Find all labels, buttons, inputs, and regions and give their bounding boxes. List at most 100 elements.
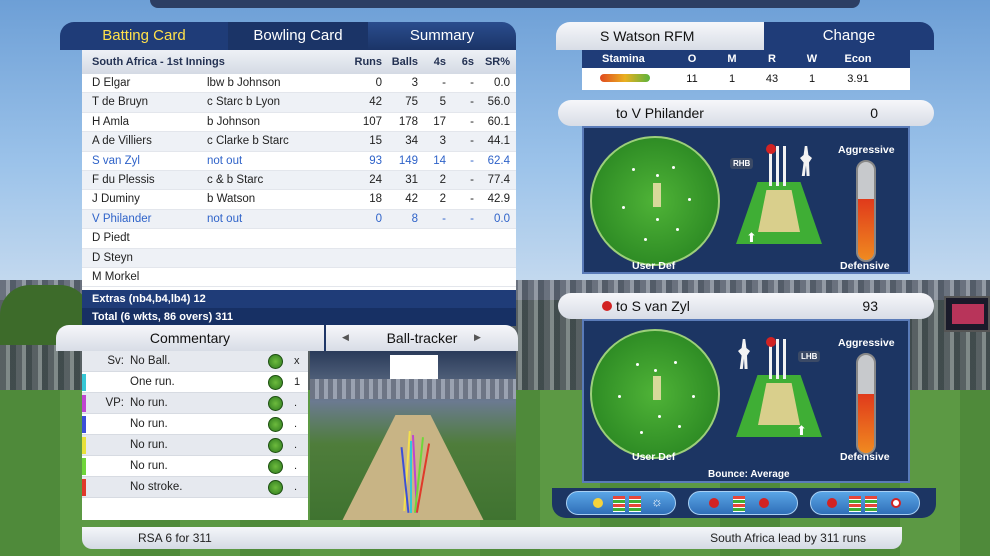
bounce-label: Bounce: Average [708,469,790,480]
change-bowler-button[interactable]: Change [764,22,934,50]
bars-icon [629,496,641,512]
col-wickets: W [806,53,818,65]
balls: 34 [405,135,418,148]
batter-name: S van Zyl [92,154,140,167]
tab-bowling-card[interactable]: Bowling Card [228,22,368,50]
arrow-up-icon: ⬆ [796,423,807,438]
commentary-row: Sv: No Ball. x [82,351,308,372]
bowler-stats-header: Stamina O M R W Econ [582,50,910,68]
bars-icon [865,496,877,512]
sixes: - [470,77,474,89]
commentary-text: One run. [130,376,175,388]
fours: 2 [439,173,446,186]
strike-rate: 0.0 [494,77,510,89]
batting-tabs: Batting Card Bowling Card Summary [60,22,516,50]
pitch-button[interactable] [688,491,798,515]
dismissal: c Starc b Lyon [207,96,281,109]
batter1-field-setting[interactable] [590,136,720,266]
runs: 18 [369,193,382,206]
top-bar [150,0,860,8]
fours: - [442,77,446,89]
replay-icon[interactable] [268,459,283,474]
batter-name: V Philander [92,212,152,225]
commentary-runs: x [294,355,300,367]
commentary-text: No run. [130,418,168,430]
tab-summary[interactable]: Summary [368,22,516,50]
batter1-defensive-label: Defensive [840,260,890,272]
tab-ball-tracker[interactable]: Ball-tracker [324,325,518,351]
replay-icon[interactable] [268,480,283,495]
bars-icon [733,496,745,512]
extras-row: Extras (nb4,b4,lb4) 12 [82,290,516,308]
strike-rate: 42.9 [487,193,510,206]
commentary-text: No run. [130,460,168,472]
replay-icon[interactable] [268,396,283,411]
commentary-batter: VP: [105,397,124,409]
conditions-button[interactable]: ☼ [566,491,676,515]
tab-commentary[interactable]: Commentary [56,325,324,351]
ball-icon [827,498,837,508]
stadium-screen [944,296,990,332]
replay-icon[interactable] [268,354,283,369]
fours: 5 [439,96,446,109]
replay-icon[interactable] [268,438,283,453]
dismissal: c Clarke b Starc [207,135,289,148]
batter1-score: 0 [870,105,878,121]
strike-rate: 77.4 [487,173,510,186]
bowling-plan-button[interactable] [810,491,920,515]
commentary-runs: . [294,460,298,472]
balls: 75 [405,96,418,109]
sight-screen [390,355,438,379]
next-arrow-icon[interactable]: ▶ [474,332,481,343]
batter2-shot-target[interactable]: LHB ⬆ [736,335,822,445]
batter1-aggression-slider[interactable] [856,160,876,262]
batter1-shot-target[interactable]: RHB ⬆ [730,142,822,252]
ball-icon [602,301,612,311]
batter2-aggression-slider[interactable] [856,353,876,455]
bowler-name: S Watson RFM [556,22,764,50]
strike-rate: 62.4 [487,154,510,167]
ball-icon [766,144,776,154]
bars-icon [613,496,625,512]
innings-title: South Africa - 1st Innings [92,56,225,68]
batter-name: H Amla [92,115,130,128]
commentary-text: No run. [130,397,168,409]
replay-icon[interactable] [268,417,283,432]
batter-name: D Piedt [92,232,130,245]
batsman-icon [800,146,812,176]
prev-arrow-icon[interactable]: ◀ [342,332,349,343]
replay-icon[interactable] [268,375,283,390]
dismissal: not out [207,212,243,225]
commentary-row: No run.. [82,414,308,435]
batter-name: D Elgar [92,77,131,89]
stamina-bar [600,74,650,82]
commentary-text: No run. [130,439,168,451]
arrow-up-icon: ⬆ [746,230,757,245]
batter2-field-label: User Def [632,451,676,463]
col-stamina: Stamina [602,53,645,65]
col-strike-rate: SR% [484,56,510,68]
ball-icon [709,498,719,508]
runs: 0 [375,77,382,89]
runs: 107 [362,115,382,128]
runs: 42 [369,96,382,109]
strike-rate: 56.0 [487,96,510,109]
batting-row: S van Zyl not out 93 149 14 -62.4 [82,152,516,171]
commentary-text: No stroke. [130,481,183,493]
tab-batting-card[interactable]: Batting Card [60,22,228,50]
ball-color-marker [82,395,86,412]
ball-color-marker [82,479,86,496]
balls: 31 [405,173,418,186]
balls: 178 [398,115,418,128]
ball-color-marker [82,458,86,475]
bowler-stats-table: Stamina O M R W Econ 11 1 43 1 3.91 [582,50,910,90]
commentary-row: No stroke.. [82,477,308,498]
col-overs: O [687,53,697,65]
fours: 2 [439,193,446,206]
batter-name: F du Plessis [92,173,155,186]
col-runs: Runs [354,56,383,68]
batting-row: A de Villiers c Clarke b Starc 15 34 3 -44.1 [82,132,516,152]
batter-name: M Morkel [92,270,140,283]
batter2-field-setting[interactable] [590,329,720,459]
commentary-header: Commentary Ball-tracker ◀ ▶ [56,325,518,351]
